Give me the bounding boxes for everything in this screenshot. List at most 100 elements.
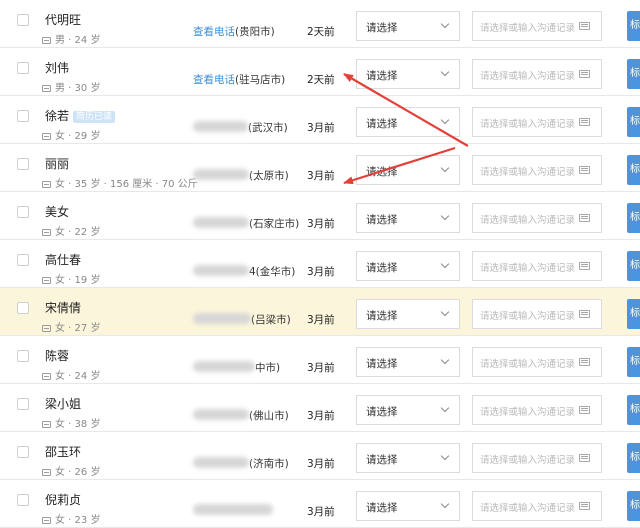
row-checkbox[interactable] <box>17 14 29 26</box>
city-text: 4(金华市) <box>249 266 296 278</box>
candidate-info: 女 · 35 岁 · 156 厘米 · 70 公斤 <box>42 175 198 190</box>
candidate-info-text: 女 · 24 岁 <box>55 371 101 382</box>
view-phone-link[interactable]: 查看电话 <box>193 74 235 86</box>
notes-input[interactable]: 请选择或输入沟通记录 <box>472 395 602 425</box>
action-button[interactable]: 标 <box>627 11 640 41</box>
notes-input[interactable]: 请选择或输入沟通记录 <box>472 155 602 185</box>
notes-input[interactable]: 请选择或输入沟通记录 <box>472 59 602 89</box>
notes-input[interactable]: 请选择或输入沟通记录 <box>472 107 602 137</box>
redacted-phone <box>193 361 255 372</box>
notes-icon[interactable] <box>579 118 590 126</box>
notes-input[interactable]: 请选择或输入沟通记录 <box>472 443 602 473</box>
status-select[interactable]: 请选择 <box>356 11 460 41</box>
notes-input[interactable]: 请选择或输入沟通记录 <box>472 299 602 329</box>
candidate-name[interactable]: 邵玉环 <box>45 443 81 460</box>
action-button[interactable]: 标 <box>627 443 640 473</box>
status-select[interactable]: 请选择 <box>356 491 460 521</box>
notes-icon[interactable] <box>579 406 590 414</box>
action-button[interactable]: 标 <box>627 203 640 233</box>
row-checkbox[interactable] <box>17 254 29 266</box>
table-row: 代明旺 男 · 24 岁 查看电话(贵阳市) 2天前 请选择 请选择或输入沟通记… <box>0 0 640 48</box>
phone-cell: 4(金华市) <box>193 264 295 279</box>
notes-placeholder: 请选择或输入沟通记录 <box>480 503 576 514</box>
candidate-info-text: 女 · 38 岁 <box>55 419 101 430</box>
row-checkbox[interactable] <box>17 398 29 410</box>
time-text: 3月前 <box>307 506 335 518</box>
notes-input[interactable]: 请选择或输入沟通记录 <box>472 491 602 521</box>
notes-placeholder: 请选择或输入沟通记录 <box>480 263 576 274</box>
row-checkbox[interactable] <box>17 110 29 122</box>
action-button[interactable]: 标 <box>627 107 640 137</box>
candidate-info-text: 女 · 35 岁 · 156 厘米 · 70 公斤 <box>55 179 198 190</box>
action-button[interactable]: 标 <box>627 491 640 521</box>
status-select[interactable]: 请选择 <box>356 347 460 377</box>
table-row: 梁小姐 女 · 38 岁 (佛山市) 3月前 请选择 请选择或输入沟通记录 标 <box>0 384 640 432</box>
notes-icon[interactable] <box>579 310 590 318</box>
action-button[interactable]: 标 <box>627 395 640 425</box>
candidate-name[interactable]: 宋倩倩 <box>45 299 81 316</box>
status-select[interactable]: 请选择 <box>356 443 460 473</box>
notes-input[interactable]: 请选择或输入沟通记录 <box>472 11 602 41</box>
row-checkbox[interactable] <box>17 350 29 362</box>
status-select-value: 请选择 <box>366 454 398 466</box>
candidate-info-text: 女 · 23 岁 <box>55 515 101 526</box>
candidate-name[interactable]: 丽丽 <box>45 155 69 172</box>
candidate-name[interactable]: 美女 <box>45 203 69 220</box>
action-button[interactable]: 标 <box>627 251 640 281</box>
candidate-name[interactable]: 倪莉贞 <box>45 491 81 508</box>
notes-icon[interactable] <box>579 454 590 462</box>
notes-icon[interactable] <box>579 166 590 174</box>
row-checkbox[interactable] <box>17 62 29 74</box>
status-select-value: 请选择 <box>366 310 398 322</box>
notes-icon[interactable] <box>579 502 590 510</box>
candidate-name-text[interactable]: 徐若 <box>45 109 69 123</box>
action-button[interactable]: 标 <box>627 59 640 89</box>
notes-icon[interactable] <box>579 70 590 78</box>
table-row: 刘伟 男 · 30 岁 查看电话(驻马店市) 2天前 请选择 请选择或输入沟通记… <box>0 48 640 96</box>
view-phone-link[interactable]: 查看电话 <box>193 26 235 38</box>
status-select[interactable]: 请选择 <box>356 155 460 185</box>
notes-icon[interactable] <box>579 214 590 222</box>
notes-placeholder: 请选择或输入沟通记录 <box>480 167 576 178</box>
chevron-down-icon <box>440 19 450 29</box>
chevron-down-icon <box>440 211 450 221</box>
phone-cell: (石家庄市) <box>193 216 299 231</box>
action-button[interactable]: 标 <box>627 155 640 185</box>
candidate-info-text: 男 · 30 岁 <box>55 83 101 94</box>
time-text: 3月前 <box>307 458 335 470</box>
candidate-name[interactable]: 代明旺 <box>45 11 81 28</box>
row-checkbox[interactable] <box>17 206 29 218</box>
id-card-icon <box>42 37 51 44</box>
candidate-name[interactable]: 徐若 简历已读 <box>45 107 116 124</box>
status-select[interactable]: 请选择 <box>356 299 460 329</box>
phone-cell: 查看电话(驻马店市) <box>193 72 285 87</box>
candidate-name[interactable]: 刘伟 <box>45 59 69 76</box>
candidate-info: 男 · 30 岁 <box>42 79 100 94</box>
action-button[interactable]: 标 <box>627 347 640 377</box>
candidate-name[interactable]: 梁小姐 <box>45 395 81 412</box>
time-text: 2天前 <box>307 74 335 86</box>
notes-icon[interactable] <box>579 22 590 30</box>
notes-input[interactable]: 请选择或输入沟通记录 <box>472 203 602 233</box>
notes-input[interactable]: 请选择或输入沟通记录 <box>472 347 602 377</box>
status-select[interactable]: 请选择 <box>356 59 460 89</box>
action-button[interactable]: 标 <box>627 299 640 329</box>
notes-input[interactable]: 请选择或输入沟通记录 <box>472 251 602 281</box>
status-select[interactable]: 请选择 <box>356 203 460 233</box>
status-select[interactable]: 请选择 <box>356 107 460 137</box>
notes-placeholder: 请选择或输入沟通记录 <box>480 119 576 130</box>
time-text: 3月前 <box>307 266 335 278</box>
id-card-icon <box>42 181 51 188</box>
candidate-info: 女 · 26 岁 <box>42 463 100 478</box>
row-checkbox[interactable] <box>17 494 29 506</box>
notes-icon[interactable] <box>579 262 590 270</box>
candidate-name[interactable]: 陈蓉 <box>45 347 69 364</box>
notes-icon[interactable] <box>579 358 590 366</box>
candidate-name[interactable]: 高仕春 <box>45 251 81 268</box>
row-checkbox[interactable] <box>17 302 29 314</box>
row-checkbox[interactable] <box>17 158 29 170</box>
status-select[interactable]: 请选择 <box>356 395 460 425</box>
status-select[interactable]: 请选择 <box>356 251 460 281</box>
candidate-info: 女 · 23 岁 <box>42 511 100 526</box>
row-checkbox[interactable] <box>17 446 29 458</box>
